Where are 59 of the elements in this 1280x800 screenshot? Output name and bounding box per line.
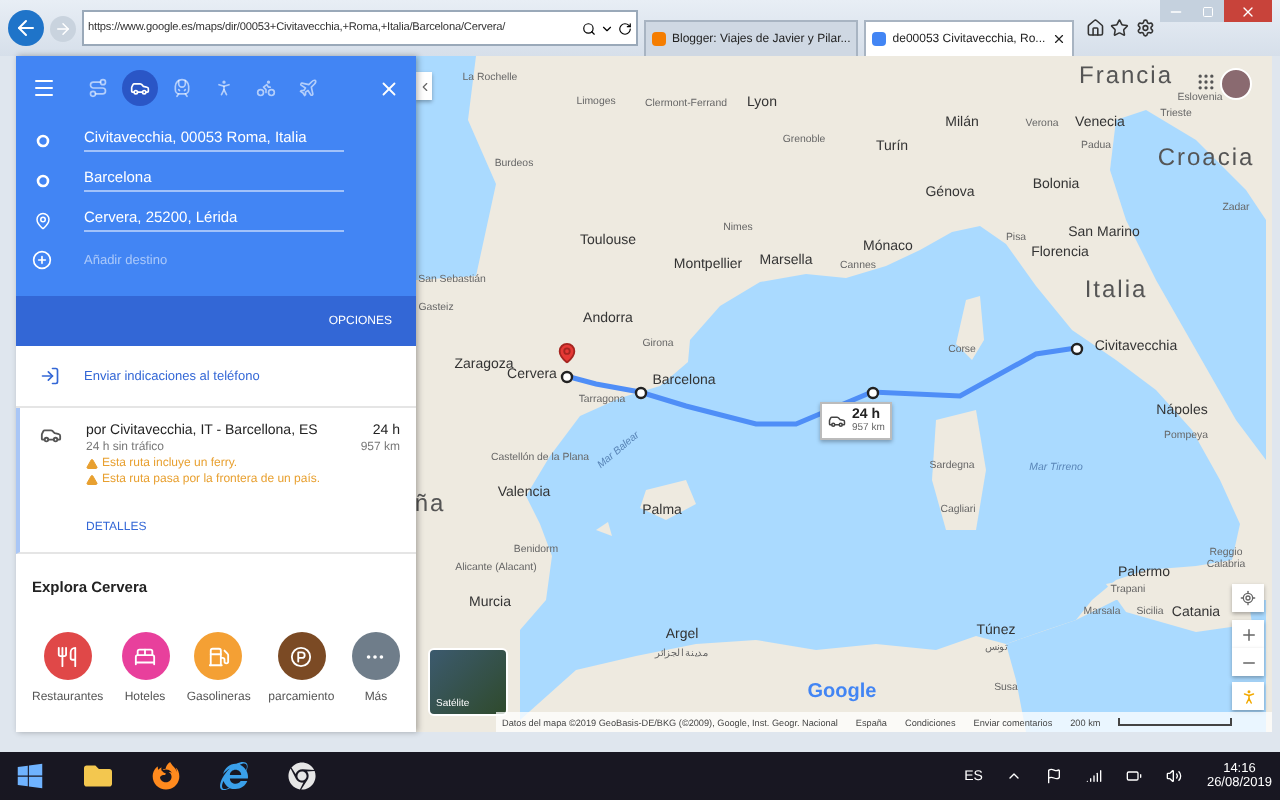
car-icon bbox=[130, 78, 150, 98]
map-label: ña bbox=[416, 490, 446, 518]
fuel-icon bbox=[207, 645, 230, 667]
best-icon bbox=[88, 78, 108, 98]
add-icon[interactable] bbox=[32, 250, 52, 270]
car-icon bbox=[828, 412, 846, 430]
waypoint-icon bbox=[35, 133, 49, 147]
waypoint-marker bbox=[633, 385, 647, 399]
star-icon[interactable] bbox=[1110, 18, 1130, 38]
car-icon bbox=[40, 424, 62, 446]
parking-icon bbox=[290, 645, 313, 667]
forward-arrow-icon bbox=[54, 19, 72, 37]
close-tab-icon[interactable] bbox=[1051, 32, 1066, 46]
map-label: Francia bbox=[1079, 62, 1173, 90]
close-button[interactable] bbox=[1223, 0, 1272, 22]
apps-icon[interactable] bbox=[1196, 72, 1216, 92]
waypoint-icon bbox=[35, 173, 49, 187]
close-icon bbox=[1239, 3, 1256, 19]
back-button[interactable] bbox=[8, 10, 44, 46]
dropdown-icon[interactable] bbox=[600, 21, 614, 35]
pin-icon bbox=[33, 211, 51, 229]
chevron-left-icon bbox=[417, 79, 431, 93]
waypoint-marker bbox=[865, 385, 879, 399]
signal-icon[interactable] bbox=[1086, 768, 1103, 784]
menu-icon[interactable] bbox=[32, 76, 56, 100]
collapse-panel-button[interactable] bbox=[416, 72, 432, 100]
hotel-icon bbox=[134, 645, 156, 667]
my-location-button[interactable] bbox=[1232, 584, 1264, 612]
phone-send-icon[interactable] bbox=[40, 366, 60, 386]
google-logo: Google bbox=[807, 681, 877, 703]
close-icon[interactable] bbox=[378, 77, 400, 99]
volume-icon[interactable] bbox=[1166, 768, 1183, 784]
pin-icon bbox=[556, 342, 578, 364]
waypoint-marker bbox=[559, 369, 573, 383]
home-icon[interactable] bbox=[1085, 18, 1105, 38]
tray-expand-icon[interactable] bbox=[1006, 768, 1023, 784]
search-icon[interactable] bbox=[582, 21, 596, 35]
plane-icon bbox=[298, 78, 318, 98]
maximize-icon bbox=[1201, 5, 1214, 17]
plus-icon bbox=[1239, 625, 1257, 643]
pegman-icon bbox=[1239, 687, 1257, 705]
car-mode-button[interactable] bbox=[122, 70, 158, 106]
walk-icon bbox=[214, 78, 234, 98]
zoom-in-button[interactable] bbox=[1232, 620, 1264, 648]
battery-icon[interactable] bbox=[1126, 768, 1143, 784]
zoom-out-button[interactable] bbox=[1232, 648, 1264, 676]
map-label: Croacia bbox=[1157, 144, 1255, 172]
location-icon bbox=[1240, 590, 1256, 606]
food-icon bbox=[56, 645, 79, 667]
train-icon bbox=[172, 78, 192, 98]
map-label: Italia bbox=[1084, 276, 1148, 304]
back-arrow-icon bbox=[14, 16, 38, 40]
settings-icon[interactable] bbox=[1135, 18, 1154, 38]
avatar[interactable] bbox=[1220, 68, 1252, 100]
refresh-icon[interactable] bbox=[618, 21, 632, 35]
waypoint-marker bbox=[1069, 341, 1083, 355]
flag-icon[interactable] bbox=[1046, 768, 1063, 784]
scale-bar bbox=[1118, 718, 1233, 726]
bike-icon bbox=[256, 78, 276, 98]
